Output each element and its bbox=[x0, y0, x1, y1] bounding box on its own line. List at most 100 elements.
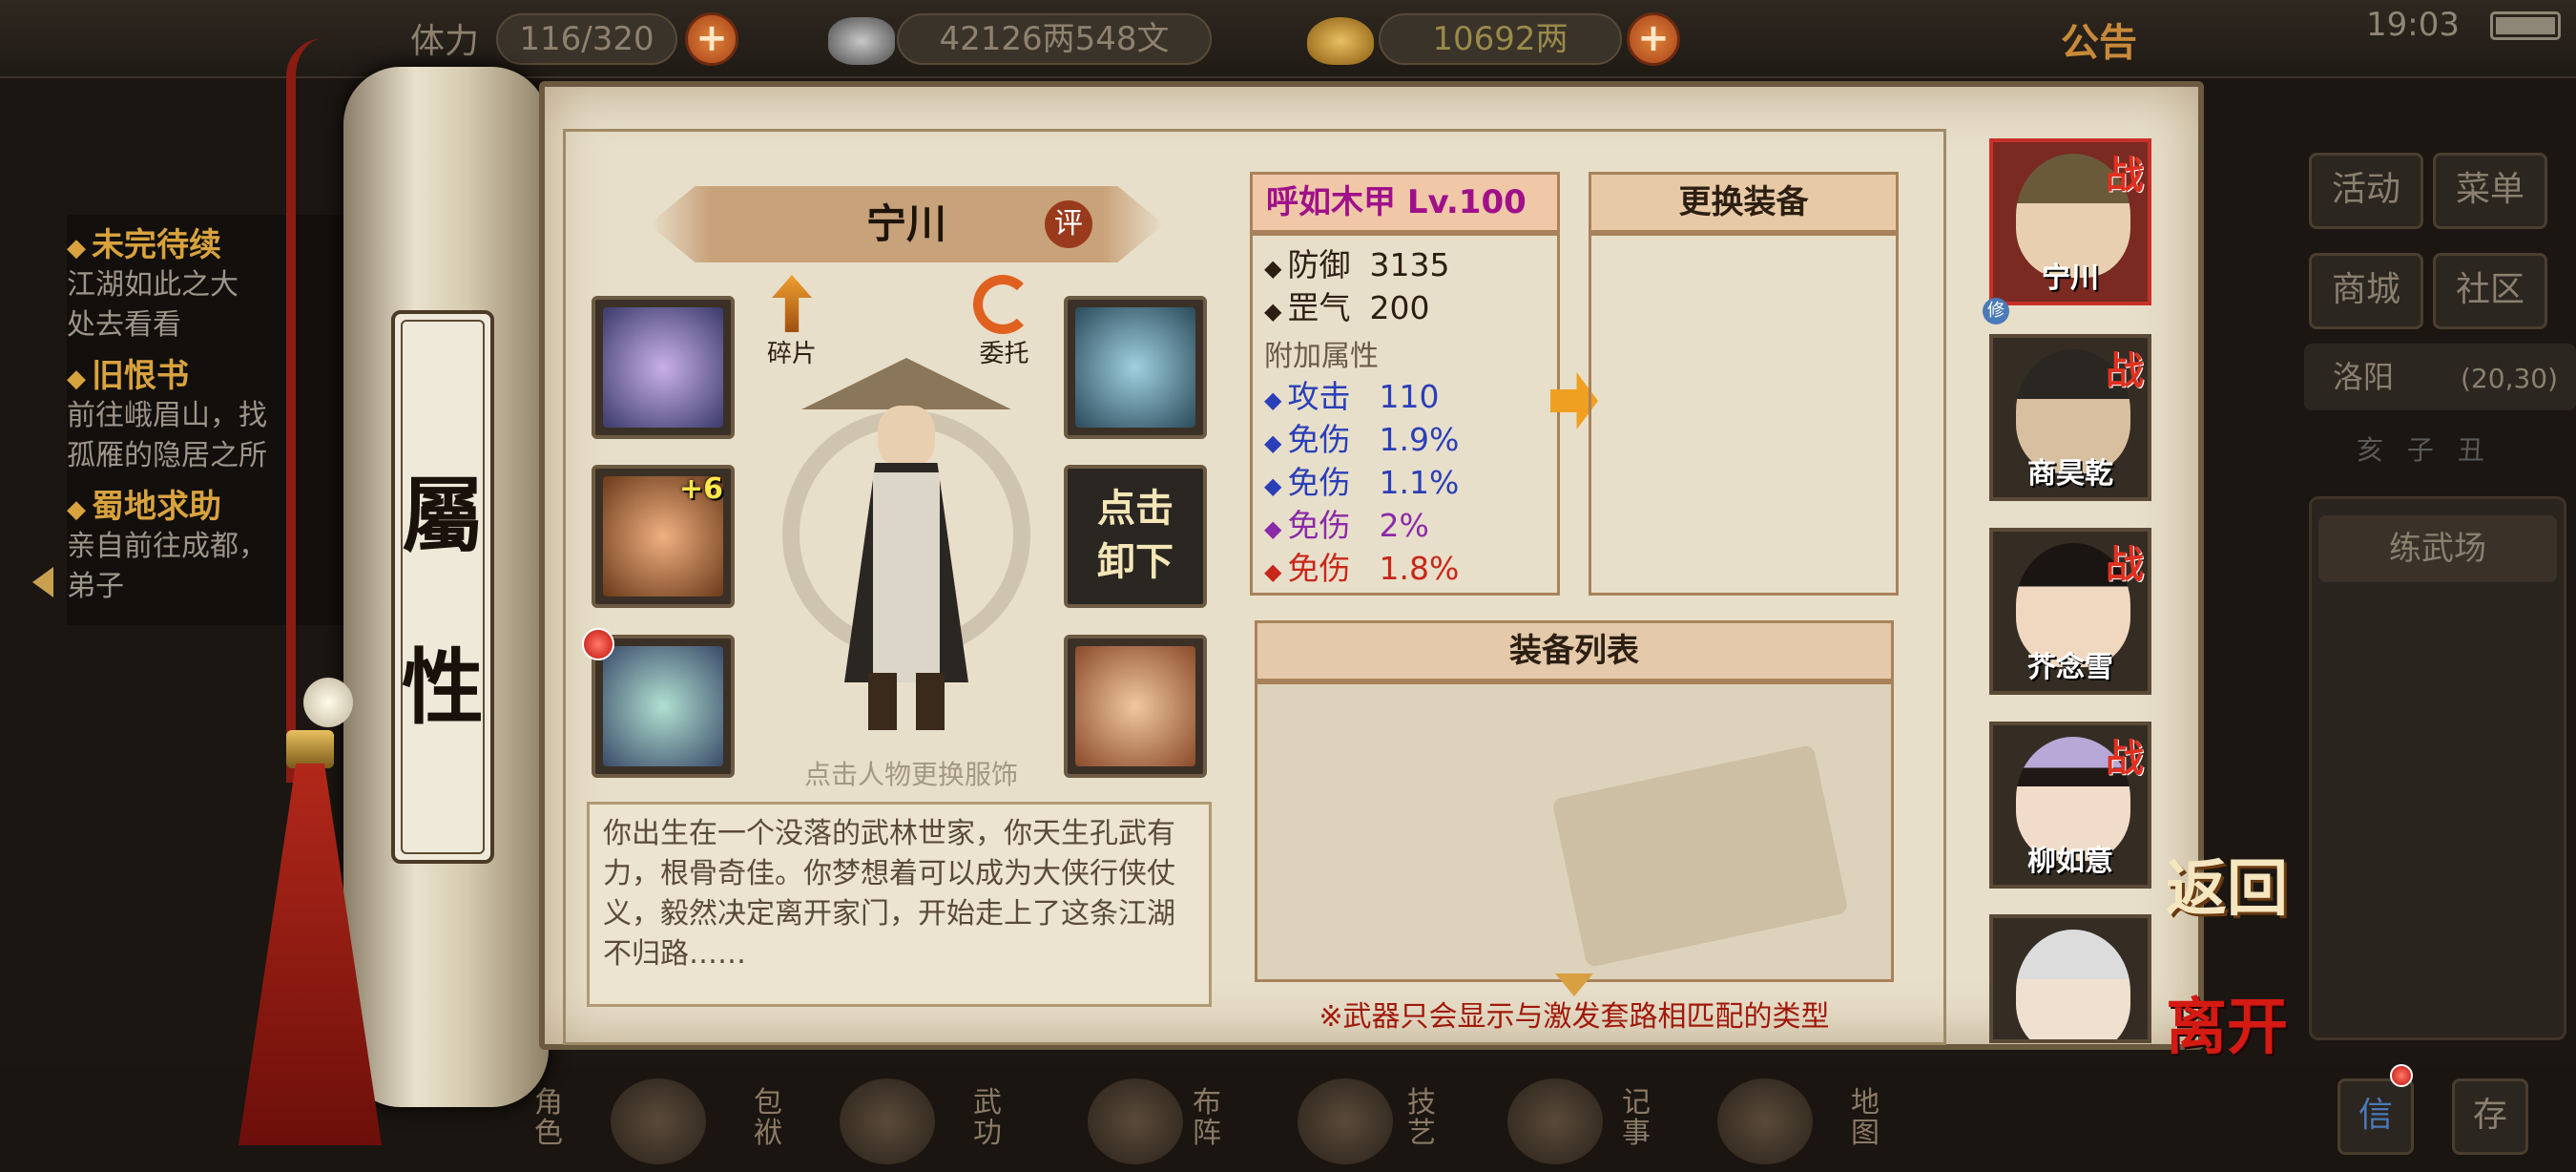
battle-tag: 战 bbox=[2106, 153, 2144, 198]
swap-equipment-header: 更换装备 bbox=[1589, 172, 1899, 233]
ring-slot[interactable] bbox=[592, 635, 735, 778]
bag-icon[interactable] bbox=[611, 1078, 706, 1164]
quest-item[interactable]: ◆ 未完待续 江湖如此之大 处去看看 bbox=[67, 219, 382, 345]
stat-row: ◆ 攻击 110 bbox=[1264, 377, 1546, 420]
journal-icon[interactable] bbox=[1507, 1078, 1603, 1164]
stamina-label: 体力 bbox=[410, 22, 480, 61]
battle-tag: 战 bbox=[2106, 736, 2144, 781]
stat-label: 攻击 bbox=[1287, 378, 1351, 415]
party-member-card[interactable]: 战 柳如意 bbox=[1989, 722, 2151, 889]
quest-desc: 江湖如此之大 bbox=[67, 268, 239, 302]
quest-list: ◆ 未完待续 江湖如此之大 处去看看 ◆ 旧恨书 前往峨眉山，找 孤雁的隐居之所 ◆… bbox=[67, 215, 382, 625]
party-member-name: 芥念雪 bbox=[2027, 651, 2113, 684]
nav-label-journal[interactable]: 记事 bbox=[1622, 1088, 1660, 1149]
party-member-name: 宁川 bbox=[2042, 262, 2099, 295]
nav-label-martial[interactable]: 武功 bbox=[973, 1088, 1011, 1149]
collapse-arrow-icon[interactable] bbox=[0, 554, 76, 611]
tassel-cord bbox=[286, 38, 324, 783]
stat-row: ◆ 免伤 1.1% bbox=[1264, 463, 1546, 506]
quest-desc: 处去看看 bbox=[67, 308, 181, 342]
swap-equipment-box bbox=[1589, 233, 1899, 596]
location-coords: (20,30) bbox=[2461, 363, 2559, 394]
party-member-card[interactable]: 战 宁川 bbox=[1989, 138, 2151, 305]
shop-button[interactable]: 商城 bbox=[2309, 253, 2423, 329]
bracer-slot[interactable] bbox=[592, 296, 735, 439]
equipment-stats: ◆ 防御 3135 ◆ 罡气 200 附加属性 ◆ 攻击 110 ◆ 免伤 1.9% ◆ 免伤 1.1%… bbox=[1250, 233, 1560, 596]
nav-label-map[interactable]: 地图 bbox=[1851, 1088, 1889, 1149]
stat-value: 1.8% bbox=[1379, 550, 1460, 587]
diamond-icon: ◆ bbox=[1264, 387, 1282, 413]
diamond-icon: ◆ bbox=[1264, 515, 1282, 542]
stat-row: ◆ 免伤 2% bbox=[1264, 506, 1546, 549]
diamond-icon: ◆ bbox=[67, 495, 86, 524]
stat-label: 免伤 bbox=[1287, 421, 1351, 458]
diamond-icon: ◆ bbox=[1264, 255, 1282, 282]
unequip-button[interactable]: 点击 卸下 bbox=[1064, 465, 1207, 608]
stat-row: ◆ 免伤 1.9% bbox=[1264, 420, 1546, 463]
gold-ring bbox=[286, 730, 334, 768]
character-description: 你出生在一个没落的武林世家，你天生孔武有力，根骨奇佳。你梦想着可以成为大侠行侠仗… bbox=[587, 802, 1212, 1007]
activity-button[interactable]: 活动 bbox=[2309, 153, 2423, 229]
extra-attr-label: 附加属性 bbox=[1264, 340, 1379, 373]
stat-value: 1.1% bbox=[1379, 464, 1460, 501]
equipment-list[interactable] bbox=[1255, 681, 1894, 982]
location-display: 洛阳 (20,30) bbox=[2304, 344, 2576, 410]
weapon-slot[interactable]: +6 bbox=[592, 465, 735, 608]
stat-label: 免伤 bbox=[1287, 507, 1351, 544]
stat-label: 免伤 bbox=[1287, 464, 1351, 501]
change-outfit-hint: 点击人物更换服饰 bbox=[803, 759, 1018, 790]
formation-icon[interactable] bbox=[1088, 1078, 1183, 1164]
stat-value: 110 bbox=[1379, 378, 1440, 415]
quest-desc: 亲自前往成都， bbox=[67, 530, 267, 563]
character-figure[interactable] bbox=[801, 358, 1011, 740]
jade-bead bbox=[303, 678, 353, 727]
training-ground-button[interactable]: 练武场 bbox=[2318, 515, 2557, 582]
diamond-icon: ◆ bbox=[67, 234, 86, 262]
mail-button[interactable]: 信 bbox=[2337, 1078, 2414, 1155]
party-member-card[interactable]: 战 芥念雪 bbox=[1989, 528, 2151, 695]
notice-button[interactable]: 公告 bbox=[2061, 11, 2137, 67]
diamond-icon: ◆ bbox=[1264, 472, 1282, 499]
quest-desc: 前往峨眉山，找 bbox=[67, 399, 267, 432]
martial-arts-icon[interactable] bbox=[840, 1078, 935, 1164]
leave-button[interactable]: 离开 bbox=[2166, 978, 2290, 1066]
hat-slot[interactable] bbox=[1064, 296, 1207, 439]
save-button[interactable]: 存 bbox=[2452, 1078, 2528, 1155]
nav-label-formation[interactable]: 布阵 bbox=[1193, 1088, 1231, 1149]
stat-label: 免伤 bbox=[1287, 550, 1351, 587]
party-member-card[interactable] bbox=[1989, 914, 2151, 1043]
skill-icon[interactable] bbox=[1298, 1078, 1393, 1164]
scroll-label bbox=[391, 310, 494, 864]
weapon-filter-note: ※武器只会显示与激发套路相匹配的类型 bbox=[1319, 1000, 1830, 1034]
add-stamina-button[interactable]: + bbox=[685, 12, 738, 66]
quest-item[interactable]: ◆ 蜀地求助 亲自前往成都， 弟子 bbox=[67, 480, 382, 607]
nav-label-bag[interactable]: 包袱 bbox=[754, 1088, 792, 1149]
nav-label-skill[interactable]: 技艺 bbox=[1407, 1088, 1445, 1149]
empty-scroll-watermark bbox=[1551, 743, 1849, 969]
quest-title: 旧恨书 bbox=[92, 357, 189, 395]
party-member-name: 商昊乾 bbox=[2027, 457, 2113, 491]
add-gold-button[interactable]: + bbox=[1627, 12, 1680, 66]
back-button[interactable]: 返回 bbox=[2166, 840, 2290, 928]
entrust-icon[interactable] bbox=[973, 275, 1032, 334]
map-icon[interactable] bbox=[1717, 1078, 1813, 1164]
scroll-title-char: 性 bbox=[402, 639, 484, 736]
gold-value: 10692两 bbox=[1379, 13, 1622, 65]
quest-desc: 弟子 bbox=[67, 570, 124, 603]
silver-icon bbox=[828, 17, 895, 65]
clock: 19:03 bbox=[2366, 6, 2460, 44]
quest-item[interactable]: ◆ 旧恨书 前往峨眉山，找 孤雁的隐居之所 bbox=[67, 349, 382, 476]
stamina-value: 116/320 bbox=[496, 13, 677, 65]
stat-row: ◆ 防御 3135 bbox=[1264, 245, 1546, 288]
equipment-list-header: 装备列表 bbox=[1255, 620, 1894, 681]
nav-label-role[interactable]: 角色 bbox=[534, 1088, 572, 1149]
top-bar bbox=[0, 0, 2576, 78]
unequip-label: 点击 bbox=[1097, 487, 1174, 531]
beads-slot[interactable] bbox=[1064, 635, 1207, 778]
rate-button[interactable]: 评 bbox=[1045, 200, 1092, 248]
party-member-card[interactable]: 战 商昊乾 bbox=[1989, 334, 2151, 501]
community-button[interactable]: 社区 bbox=[2433, 253, 2547, 329]
menu-button[interactable]: 菜单 bbox=[2433, 153, 2547, 229]
quest-title: 未完待续 bbox=[92, 226, 221, 264]
equipment-name: 呼如木甲 Lv.100 bbox=[1250, 172, 1560, 233]
